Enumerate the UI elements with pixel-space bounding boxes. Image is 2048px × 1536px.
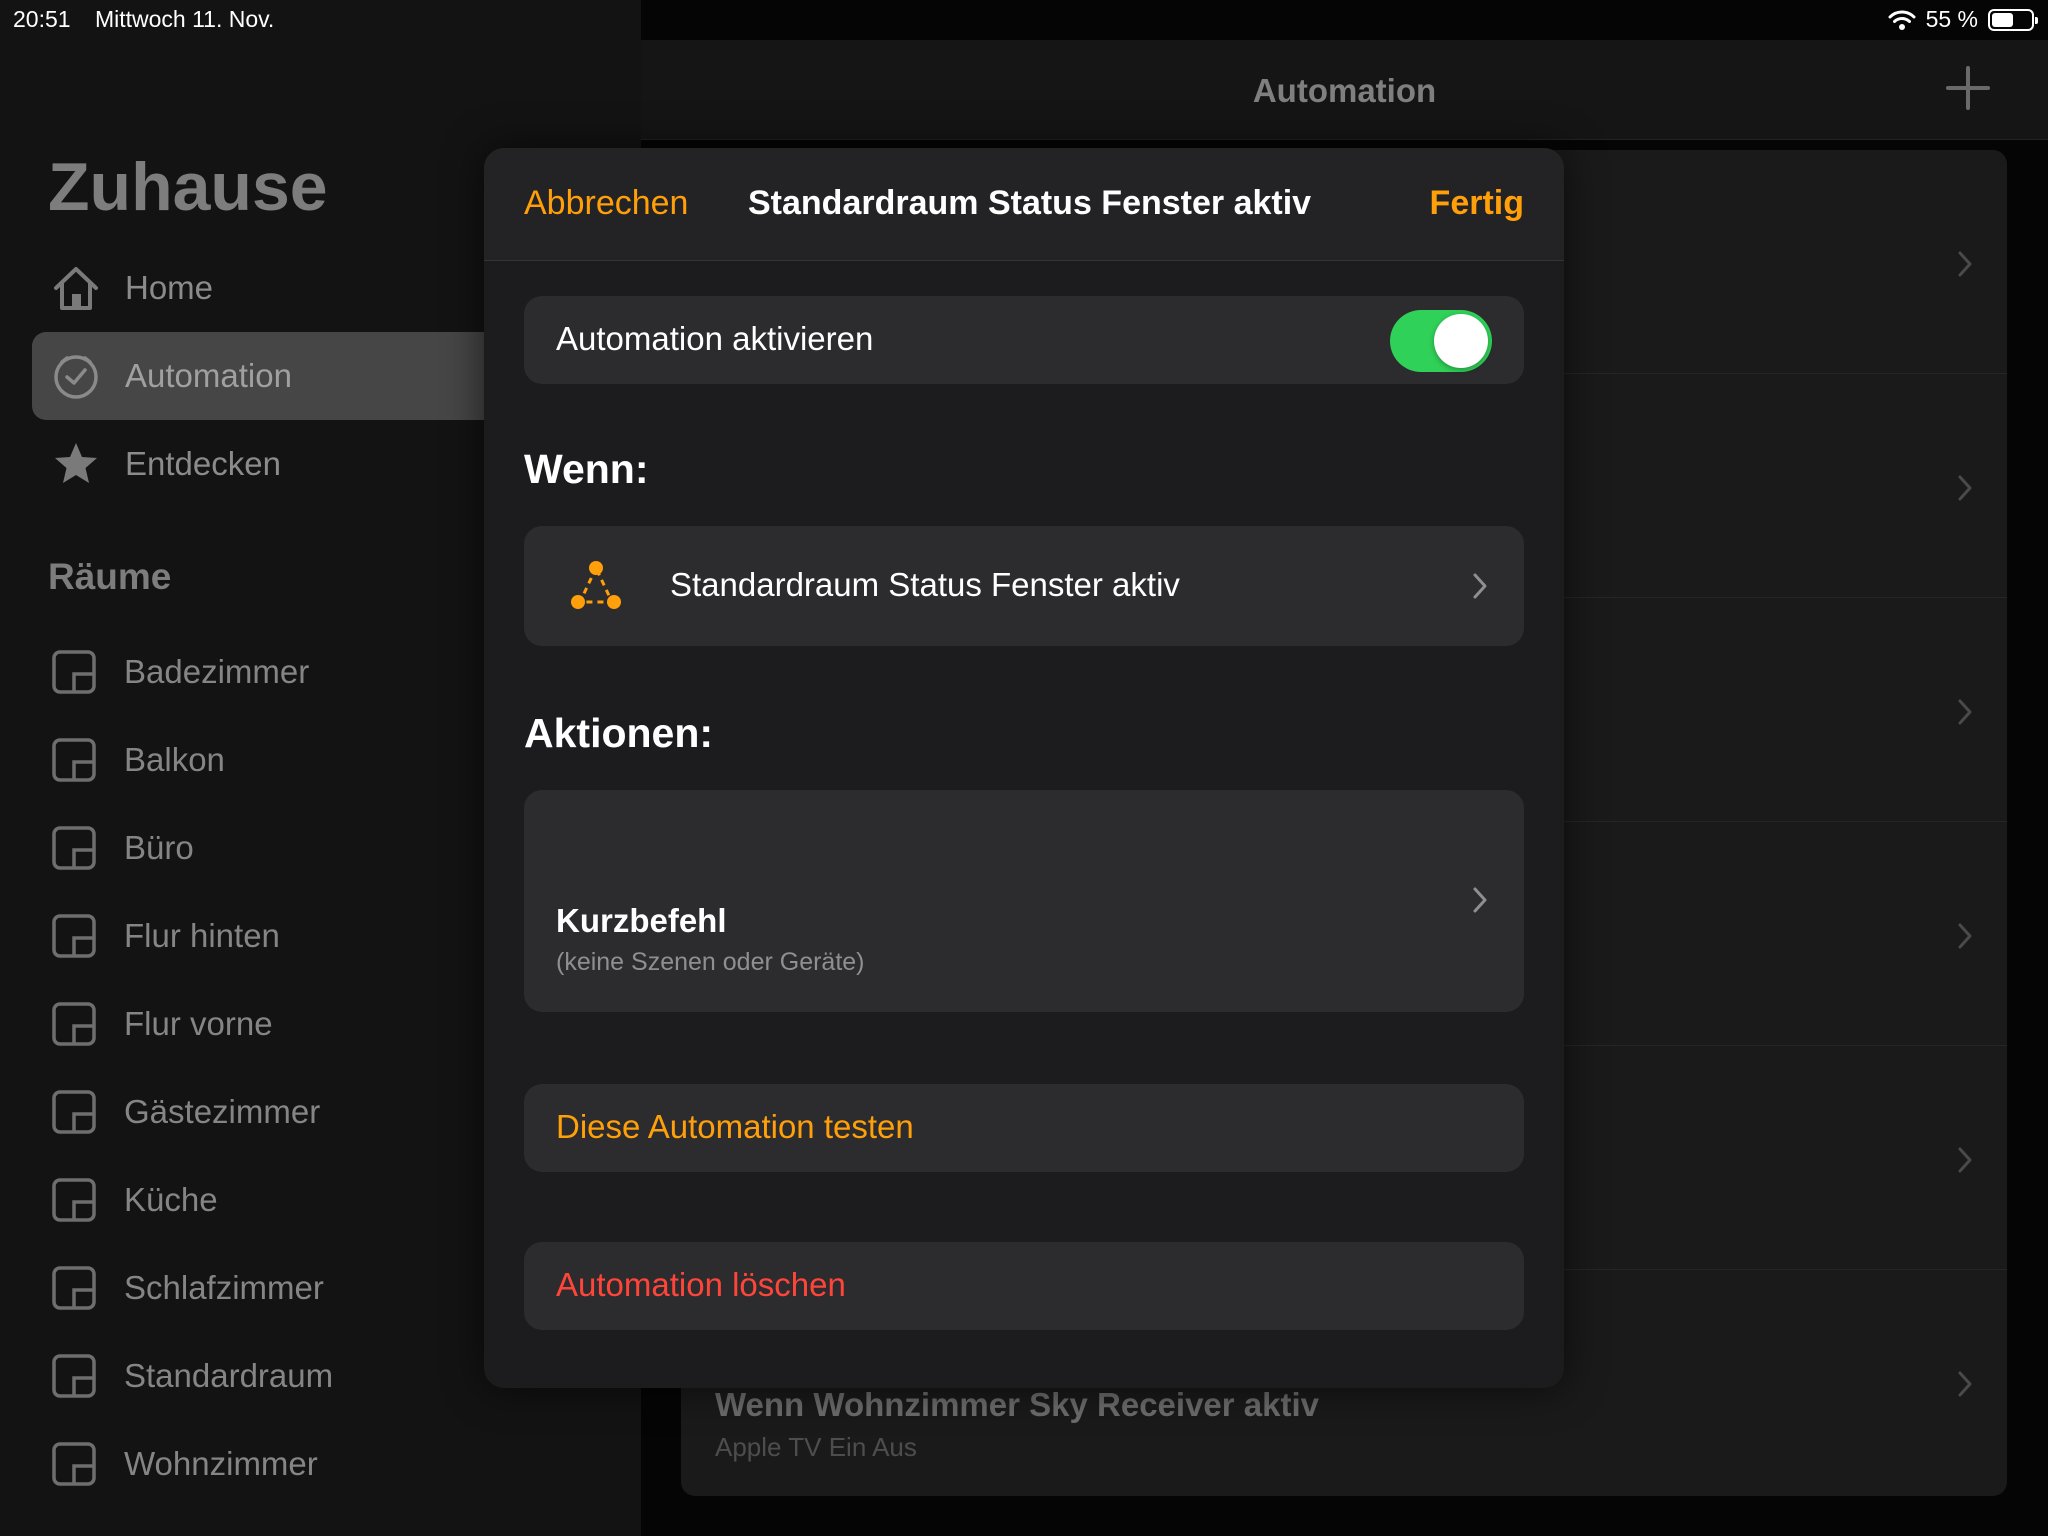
sidebar-room-label: Wohnzimmer: [124, 1445, 318, 1482]
sidebar-room-label: Badezimmer: [124, 653, 310, 690]
sidebar-item-label: Home: [125, 269, 214, 306]
list-item-title: Wenn Wohnzimmer Sky Receiver aktiv: [715, 1386, 1320, 1423]
trigger-label: Standardraum Status Fenster aktiv: [670, 566, 1180, 603]
star-icon: [50, 438, 102, 490]
test-automation-button[interactable]: Diese Automation testen: [524, 1084, 1524, 1172]
when-heading: Wenn:: [524, 446, 649, 492]
battery-icon: [1988, 8, 2038, 31]
sidebar-room-label: Gästezimmer: [124, 1093, 321, 1130]
enable-automation-label: Automation aktivieren: [556, 320, 874, 357]
action-row[interactable]: Kurzbefehl (keine Szenen oder Geräte): [524, 790, 1524, 1012]
done-button[interactable]: Fertig: [1430, 184, 1524, 223]
cancel-button[interactable]: Abbrechen: [524, 184, 688, 223]
sidebar-item-label: Entdecken: [125, 445, 281, 482]
sidebar-room-item[interactable]: Gästezimmer: [50, 1082, 320, 1142]
actions-heading: Aktionen:: [524, 710, 714, 756]
sidebar-room-item[interactable]: Standardraum: [50, 1346, 333, 1406]
chevron-right-icon: [1958, 475, 1972, 501]
rooms-heading: Räume: [48, 556, 172, 597]
sidebar-room-label: Küche: [124, 1181, 218, 1218]
sidebar-room-item[interactable]: Balkon: [50, 730, 225, 790]
room-icon: [52, 1266, 96, 1310]
room-icon: [52, 1354, 96, 1398]
sidebar-room-item[interactable]: Flur hinten: [50, 906, 280, 966]
status-time: 20:51: [13, 6, 71, 32]
sheet-title: Standardraum Status Fenster aktiv: [748, 184, 1312, 222]
wifi-icon: [1888, 10, 1916, 30]
chevron-right-icon: [1958, 251, 1972, 277]
sidebar-room-item[interactable]: Badezimmer: [50, 642, 309, 702]
sidebar-room-label: Schlafzimmer: [124, 1269, 324, 1306]
test-automation-label: Diese Automation testen: [556, 1108, 914, 1145]
action-subtitle: (keine Szenen oder Geräte): [556, 948, 865, 976]
sidebar-room-label: Flur vorne: [124, 1005, 273, 1042]
chevron-right-icon: [1958, 923, 1972, 949]
sidebar-room-item[interactable]: Schlafzimmer: [50, 1258, 324, 1318]
sidebar-room-item[interactable]: Flur vorne: [50, 994, 273, 1054]
sidebar-room-label: Flur hinten: [124, 917, 280, 954]
trigger-row[interactable]: Standardraum Status Fenster aktiv: [524, 526, 1524, 646]
sidebar-room-item[interactable]: Wohnzimmer: [50, 1434, 318, 1494]
list-item-subtitle: Apple TV Ein Aus: [715, 1432, 917, 1462]
room-icon: [52, 1002, 96, 1046]
automation-edit-sheet: Abbrechen Standardraum Status Fenster ak…: [484, 148, 1564, 1388]
enable-automation-row: Automation aktivieren: [524, 296, 1524, 384]
room-icon: [52, 650, 96, 694]
page-title: Automation: [1252, 72, 1437, 109]
sheet-header: Abbrechen Standardraum Status Fenster ak…: [484, 148, 1564, 261]
status-date: Mittwoch 11. Nov.: [94, 6, 275, 32]
enable-automation-toggle[interactable]: [1390, 310, 1492, 372]
battery-percentage: 55 %: [1925, 6, 1978, 32]
sidebar-room-label: Büro: [124, 829, 194, 866]
delete-automation-label: Automation löschen: [556, 1266, 846, 1303]
house-icon: [50, 262, 102, 314]
chevron-right-icon: [1958, 1147, 1972, 1173]
room-icon: [52, 1178, 96, 1222]
room-icon: [52, 826, 96, 870]
chevron-right-icon: [1473, 573, 1487, 599]
sidebar-room-item[interactable]: Küche: [50, 1170, 218, 1230]
sidebar-room-item[interactable]: Büro: [50, 818, 194, 878]
room-icon: [52, 914, 96, 958]
clock-icon: [50, 350, 102, 402]
sidebar-title: Zuhause: [48, 149, 328, 225]
status-bar: 20:51 Mittwoch 11. Nov. 55 %: [0, 0, 2048, 40]
delete-automation-button[interactable]: Automation löschen: [524, 1242, 1524, 1330]
chevron-right-icon: [1473, 887, 1487, 913]
action-title: Kurzbefehl: [556, 902, 727, 939]
room-icon: [52, 738, 96, 782]
room-icon: [52, 1442, 96, 1486]
sidebar-room-label: Balkon: [124, 741, 225, 778]
chevron-right-icon: [1958, 1371, 1972, 1397]
sidebar-room-label: Standardraum: [124, 1357, 334, 1394]
sensor-triangle-icon: [571, 561, 621, 609]
room-icon: [52, 1090, 96, 1134]
plus-icon[interactable]: [1946, 66, 1990, 110]
sidebar-item-label: Automation: [125, 357, 292, 394]
chevron-right-icon: [1958, 699, 1972, 725]
